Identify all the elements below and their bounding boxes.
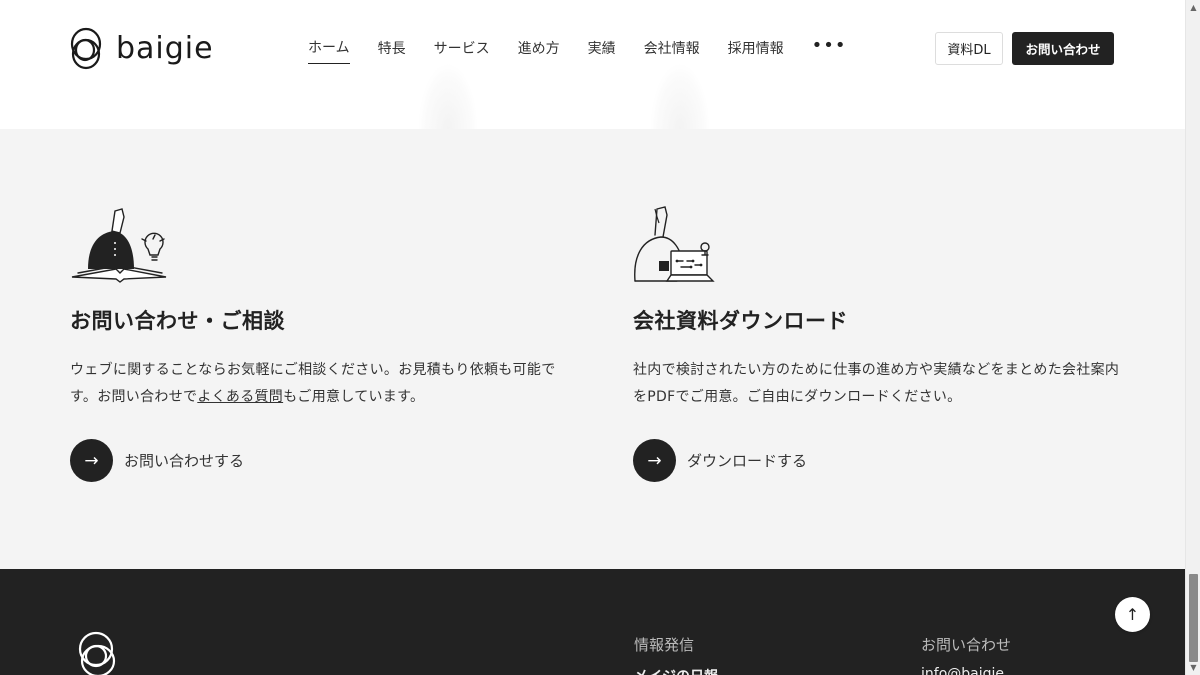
contact-cta[interactable]: → お問い合わせする xyxy=(70,439,244,482)
logo-text: baigie xyxy=(116,30,214,66)
footer-link-daily[interactable]: メイジの日報 xyxy=(634,666,718,675)
download-title: 会社資料ダウンロード xyxy=(633,309,848,333)
nav-item-company[interactable]: 会社情報 xyxy=(644,38,700,64)
arrow-right-icon: → xyxy=(70,439,113,482)
illustration-fragment xyxy=(418,63,478,129)
download-cta-label: ダウンロードする xyxy=(687,452,808,470)
nav-item-recruit[interactable]: 採用情報 xyxy=(728,38,784,64)
nav-item-services[interactable]: サービス xyxy=(434,38,490,64)
scroll-up-arrow-icon[interactable]: ▲ xyxy=(1189,3,1198,12)
footer-logo-icon xyxy=(78,631,116,675)
contact-button[interactable]: お問い合わせ xyxy=(1012,32,1114,65)
footer-link-email[interactable]: info@baigie xyxy=(921,666,1004,675)
contact-title: お問い合わせ・ご相談 xyxy=(70,309,285,333)
download-card: 会社資料ダウンロード 社内で検討されたい方のために仕事の進め方や実績などをまとめ… xyxy=(633,205,1133,411)
nav-item-features[interactable]: 特長 xyxy=(378,38,406,64)
scroll-thumb[interactable] xyxy=(1189,574,1198,662)
download-description: 社内で検討されたい方のために仕事の進め方や実績などをまとめた会社案内をPDFでご… xyxy=(633,362,1120,405)
main-nav: ホーム 特長 サービス 進め方 実績 会社情報 採用情報 ••• xyxy=(308,35,847,64)
contact-desc-text-end: もご用意しています。 xyxy=(283,389,425,405)
footer-heading-contact: お問い合わせ xyxy=(921,636,1012,654)
contact-card: お問い合わせ・ご相談 ウェブに関することならお気軽にご相談ください。お見積もり依… xyxy=(70,205,570,411)
arrow-up-icon[interactable]: ↑ xyxy=(1115,597,1150,632)
contact-cta-label: お問い合わせする xyxy=(124,452,245,470)
arrow-right-icon: → xyxy=(633,439,676,482)
download-cta[interactable]: → ダウンロードする xyxy=(633,439,807,482)
nav-item-process[interactable]: 進め方 xyxy=(518,38,560,64)
footer-heading-info: 情報発信 xyxy=(634,636,695,654)
site-header: baigie ホーム 特長 サービス 進め方 実績 会社情報 採用情報 ••• … xyxy=(0,0,1185,129)
baigie-logo-icon xyxy=(70,27,102,70)
download-button[interactable]: 資料DL xyxy=(935,32,1003,65)
more-menu-icon[interactable]: ••• xyxy=(812,35,847,56)
nav-item-home[interactable]: ホーム xyxy=(308,37,350,64)
site-footer xyxy=(0,569,1185,675)
person-with-laptop-icon xyxy=(634,206,715,282)
scroll-down-arrow-icon[interactable]: ▼ xyxy=(1189,663,1198,672)
illustration-fragment xyxy=(650,63,710,129)
page-scrollbar[interactable]: ▲ ▼ xyxy=(1185,0,1200,675)
site-logo[interactable]: baigie xyxy=(68,24,214,72)
faq-link[interactable]: よくある質問 xyxy=(197,389,283,405)
reading-person-icon xyxy=(71,208,167,283)
nav-item-works[interactable]: 実績 xyxy=(588,38,616,64)
contact-description: ウェブに関することならお気軽にご相談ください。お見積もり依頼も可能です。お問い合… xyxy=(70,357,570,411)
